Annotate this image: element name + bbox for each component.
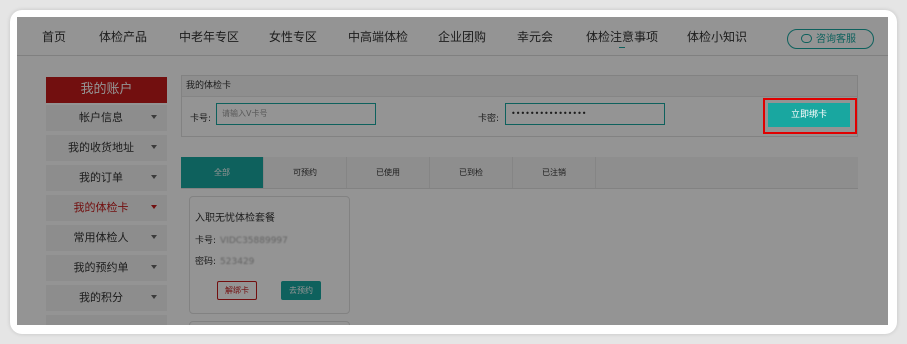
chevron-down-icon	[151, 295, 157, 299]
sidebar-item-label: 我的收货地址	[68, 141, 134, 154]
card-package-title: 入职无忧体检套餐	[195, 213, 275, 224]
sidebar-item-label: 常用体检人	[73, 231, 129, 244]
account-page: 首页 体检产品 中老年专区 女性专区 中高端体检 企业团购 幸元会 体检注意事项…	[17, 17, 888, 325]
consult-service-label: 咨询客服	[816, 34, 856, 45]
card-status-tabs: 全部 可预约 已使用 已到检 已注销	[181, 157, 858, 189]
card-number-label: 卡号:	[190, 114, 212, 124]
sidebar-item-label: 我的体检卡	[73, 201, 129, 214]
tab-checked-in[interactable]: 已到检	[430, 157, 513, 188]
nav-item-seniors[interactable]: 中老年专区	[179, 17, 239, 55]
chevron-down-icon	[151, 115, 157, 119]
sidebar-item-more[interactable]	[46, 315, 167, 325]
bind-card-button[interactable]: 立即绑卡	[768, 103, 850, 127]
card-number-row: 卡号: VIDC35889997	[195, 233, 288, 246]
sidebar-item-label: 帐户信息	[79, 111, 123, 124]
nav-item-checkup-notes[interactable]: 体检注意事项	[586, 17, 658, 55]
tab-bookable[interactable]: 可预约	[264, 157, 347, 188]
tab-cancelled[interactable]: 已注销	[513, 157, 596, 188]
bind-card-title: 我的体检卡	[186, 81, 232, 91]
sidebar-item-checkup-cards[interactable]: 我的体检卡	[46, 195, 167, 221]
nav-item-membership[interactable]: 幸元会	[517, 17, 553, 55]
chevron-down-icon	[151, 235, 157, 239]
card-password-label: 密码:	[195, 257, 217, 267]
card-number-label: 卡号:	[195, 236, 217, 246]
chat-icon	[801, 34, 812, 43]
chevron-down-icon	[151, 265, 157, 269]
chevron-down-icon	[151, 175, 157, 179]
sidebar-item-addresses[interactable]: 我的收货地址	[46, 135, 167, 161]
sidebar-item-label: 我的预约单	[73, 261, 129, 274]
bind-card-header: 我的体检卡	[182, 76, 857, 97]
top-nav: 首页 体检产品 中老年专区 女性专区 中高端体检 企业团购 幸元会 体检注意事项…	[17, 17, 888, 56]
chevron-down-icon	[151, 145, 157, 149]
sidebar-item-account-info[interactable]: 帐户信息	[46, 105, 167, 131]
bind-card-panel: 我的体检卡 卡号: 请输入V卡号 卡密: ••••••••••••••••	[181, 75, 858, 137]
sidebar-title: 我的账户	[46, 77, 167, 103]
card-password-row: 密码: 523429	[195, 254, 254, 267]
unbind-card-button[interactable]: 解绑卡	[217, 281, 257, 300]
sidebar-item-checkup-persons[interactable]: 常用体检人	[46, 225, 167, 251]
nav-item-knowledge[interactable]: 体检小知识	[687, 17, 747, 55]
consult-service-button[interactable]: 咨询客服	[787, 29, 874, 49]
sidebar-item-label: 我的订单	[79, 171, 123, 184]
nav-item-premium[interactable]: 中高端体检	[348, 17, 408, 55]
sidebar-item-label: 我的积分	[79, 291, 123, 304]
nav-item-home[interactable]: 首页	[42, 17, 66, 55]
tab-used[interactable]: 已使用	[347, 157, 430, 188]
nav-item-women[interactable]: 女性专区	[269, 17, 317, 55]
card-number-input[interactable]: 请输入V卡号	[216, 103, 376, 125]
nav-item-corporate[interactable]: 企业团购	[438, 17, 486, 55]
card-password-input[interactable]: ••••••••••••••••	[505, 103, 665, 125]
sidebar-item-appointments[interactable]: 我的预约单	[46, 255, 167, 281]
nav-item-products[interactable]: 体检产品	[99, 17, 147, 55]
checkup-card-next	[189, 321, 350, 325]
chevron-down-icon	[151, 205, 157, 209]
book-appointment-button[interactable]: 去预约	[281, 281, 321, 300]
tab-all[interactable]: 全部	[181, 157, 264, 188]
card-password-label: 卡密:	[478, 114, 500, 124]
card-password-value: 523429	[220, 257, 255, 267]
card-number-value: VIDC35889997	[220, 236, 288, 246]
sidebar-item-orders[interactable]: 我的订单	[46, 165, 167, 191]
sidebar-item-points[interactable]: 我的积分	[46, 285, 167, 311]
